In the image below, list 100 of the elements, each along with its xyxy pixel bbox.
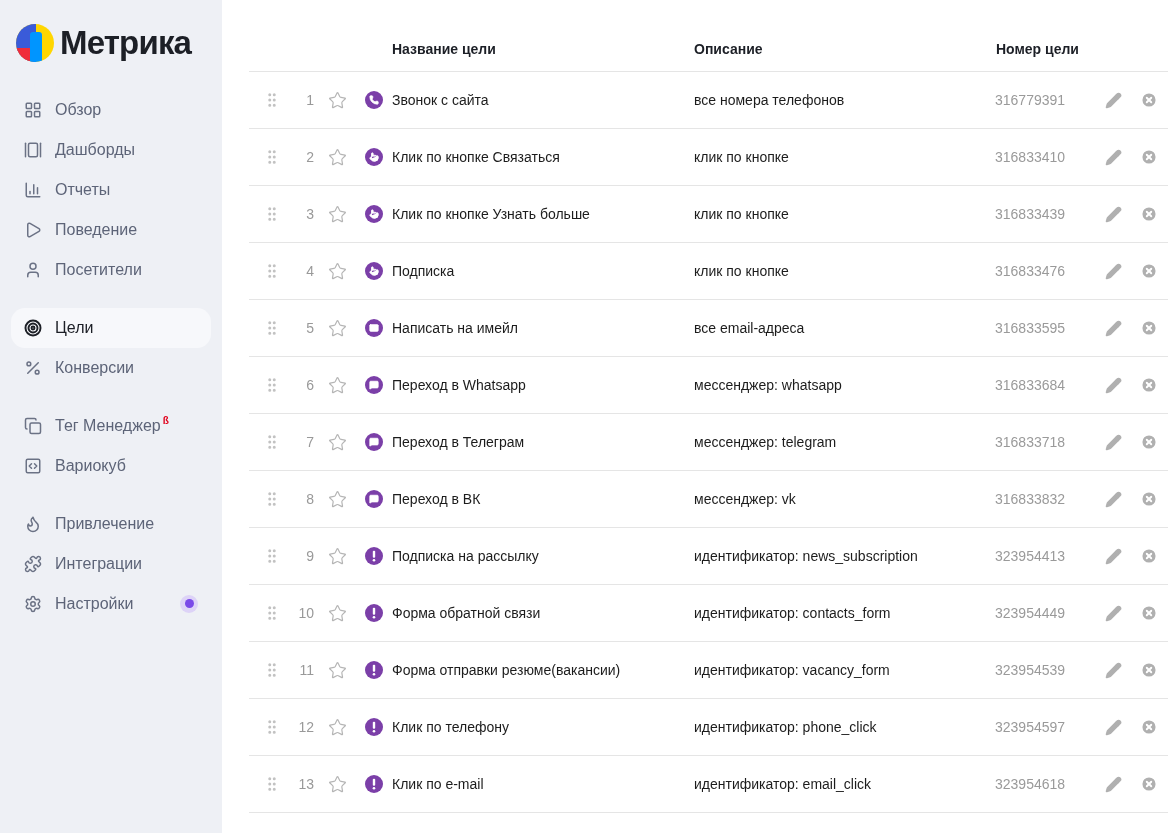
edit-icon[interactable] bbox=[1104, 91, 1122, 109]
star-icon[interactable] bbox=[327, 318, 347, 338]
row-number: 13 bbox=[297, 774, 314, 794]
star-icon[interactable] bbox=[327, 261, 347, 281]
nav-item[interactable]: Цели bbox=[11, 307, 211, 348]
nav-label: Отчеты bbox=[55, 179, 111, 200]
edit-icon[interactable] bbox=[1104, 148, 1122, 166]
row-number: 4 bbox=[305, 261, 314, 281]
grid-icon bbox=[24, 100, 42, 119]
squares-icon bbox=[24, 416, 42, 435]
star-icon[interactable] bbox=[327, 432, 347, 452]
edit-icon[interactable] bbox=[1104, 547, 1122, 565]
nav-item[interactable]: Привлечение bbox=[11, 503, 211, 544]
message-icon bbox=[365, 490, 383, 508]
target-icon bbox=[24, 318, 42, 337]
nav-label: Интеграции bbox=[55, 553, 143, 574]
nav-item[interactable]: Поведение bbox=[11, 209, 211, 250]
delete-icon[interactable] bbox=[1140, 775, 1158, 793]
row-number: 10 bbox=[297, 603, 314, 623]
delete-icon[interactable] bbox=[1140, 148, 1158, 166]
goal-name: Форма обратной связи bbox=[392, 603, 542, 623]
goal-description: мессенджер: telegram bbox=[694, 432, 838, 452]
edit-icon[interactable] bbox=[1104, 376, 1122, 394]
edit-icon[interactable] bbox=[1104, 319, 1122, 337]
flame-icon bbox=[24, 514, 42, 533]
row-number: 12 bbox=[297, 717, 314, 737]
delete-icon[interactable] bbox=[1140, 718, 1158, 736]
delete-icon[interactable] bbox=[1140, 319, 1158, 337]
nav-item[interactable]: Конверсии bbox=[11, 347, 211, 388]
nav-label: Настройки bbox=[55, 593, 134, 614]
goal-id: 316833684 bbox=[995, 375, 1067, 395]
goal-id: 323954449 bbox=[995, 603, 1067, 623]
nav-label: Тег Менеджер bbox=[55, 415, 161, 436]
nav-item[interactable]: Отчеты bbox=[11, 169, 211, 210]
edit-icon[interactable] bbox=[1104, 433, 1122, 451]
star-icon[interactable] bbox=[327, 546, 347, 566]
delete-icon[interactable] bbox=[1140, 433, 1158, 451]
column-header: Номер цели bbox=[996, 39, 1079, 59]
goal-description: идентификатор: vacancy_form bbox=[694, 660, 891, 680]
delete-icon[interactable] bbox=[1140, 547, 1158, 565]
nav-label: Цели bbox=[55, 317, 94, 338]
percent-icon bbox=[24, 358, 42, 377]
edit-icon[interactable] bbox=[1104, 661, 1122, 679]
row-number: 8 bbox=[305, 489, 314, 509]
delete-icon[interactable] bbox=[1140, 490, 1158, 508]
edit-icon[interactable] bbox=[1104, 604, 1122, 622]
goal-name: Переход в Телеграм bbox=[392, 432, 526, 452]
edit-icon[interactable] bbox=[1104, 490, 1122, 508]
delete-icon[interactable] bbox=[1140, 661, 1158, 679]
star-icon[interactable] bbox=[327, 717, 347, 737]
delete-icon[interactable] bbox=[1140, 376, 1158, 394]
row-number: 3 bbox=[305, 204, 314, 224]
star-icon[interactable] bbox=[327, 204, 347, 224]
delete-icon[interactable] bbox=[1140, 262, 1158, 280]
goal-description: клик по кнопке bbox=[694, 147, 790, 167]
goal-name: Написать на имейл bbox=[392, 318, 519, 338]
nav-item[interactable]: Дашборды bbox=[11, 129, 211, 170]
column-header: Название цели bbox=[392, 39, 497, 59]
panel-icon bbox=[24, 456, 42, 475]
goal-description: мессенджер: whatsapp bbox=[694, 375, 843, 395]
star-icon[interactable] bbox=[327, 375, 347, 395]
nav-item[interactable]: Посетители bbox=[11, 249, 211, 290]
row-number: 5 bbox=[305, 318, 314, 338]
goal-id: 316833832 bbox=[995, 489, 1067, 509]
nav-item[interactable]: Обзор bbox=[11, 89, 211, 130]
star-icon[interactable] bbox=[327, 489, 347, 509]
nav-label: Поведение bbox=[55, 219, 138, 240]
goal-name: Переход в ВК bbox=[392, 489, 482, 509]
exclamation-icon bbox=[365, 661, 383, 679]
edit-icon[interactable] bbox=[1104, 718, 1122, 736]
nav-item[interactable]: Вариокуб bbox=[11, 445, 211, 486]
nav-item[interactable]: Настройки bbox=[11, 583, 211, 624]
delete-icon[interactable] bbox=[1140, 91, 1158, 109]
edit-icon[interactable] bbox=[1104, 262, 1122, 280]
nav-label: Посетители bbox=[55, 259, 142, 280]
exclamation-icon bbox=[365, 547, 383, 565]
goal-description: идентификатор: email_click bbox=[694, 774, 873, 794]
star-icon[interactable] bbox=[327, 660, 347, 680]
star-icon[interactable] bbox=[327, 774, 347, 794]
star-icon[interactable] bbox=[327, 90, 347, 110]
column-header: Описание bbox=[694, 39, 764, 59]
goal-id: 316779391 bbox=[995, 90, 1067, 110]
goal-id: 323954618 bbox=[995, 774, 1067, 794]
goal-id: 323954539 bbox=[995, 660, 1067, 680]
goal-description: все email-адреса bbox=[694, 318, 806, 338]
goal-id: 316833439 bbox=[995, 204, 1067, 224]
goal-name: Клик по кнопке Связаться bbox=[392, 147, 561, 167]
row-number: 7 bbox=[305, 432, 314, 452]
delete-icon[interactable] bbox=[1140, 604, 1158, 622]
goal-name: Форма отправки резюме(вакансии) bbox=[392, 660, 622, 680]
message-icon bbox=[365, 433, 383, 451]
goal-description: идентификатор: news_subscription bbox=[694, 546, 919, 566]
delete-icon[interactable] bbox=[1140, 205, 1158, 223]
goal-description: мессенджер: vk bbox=[694, 489, 797, 509]
nav-item[interactable]: Интеграции bbox=[11, 543, 211, 584]
star-icon[interactable] bbox=[327, 147, 347, 167]
nav-label: Конверсии bbox=[55, 357, 135, 378]
star-icon[interactable] bbox=[327, 603, 347, 623]
edit-icon[interactable] bbox=[1104, 205, 1122, 223]
edit-icon[interactable] bbox=[1104, 775, 1122, 793]
